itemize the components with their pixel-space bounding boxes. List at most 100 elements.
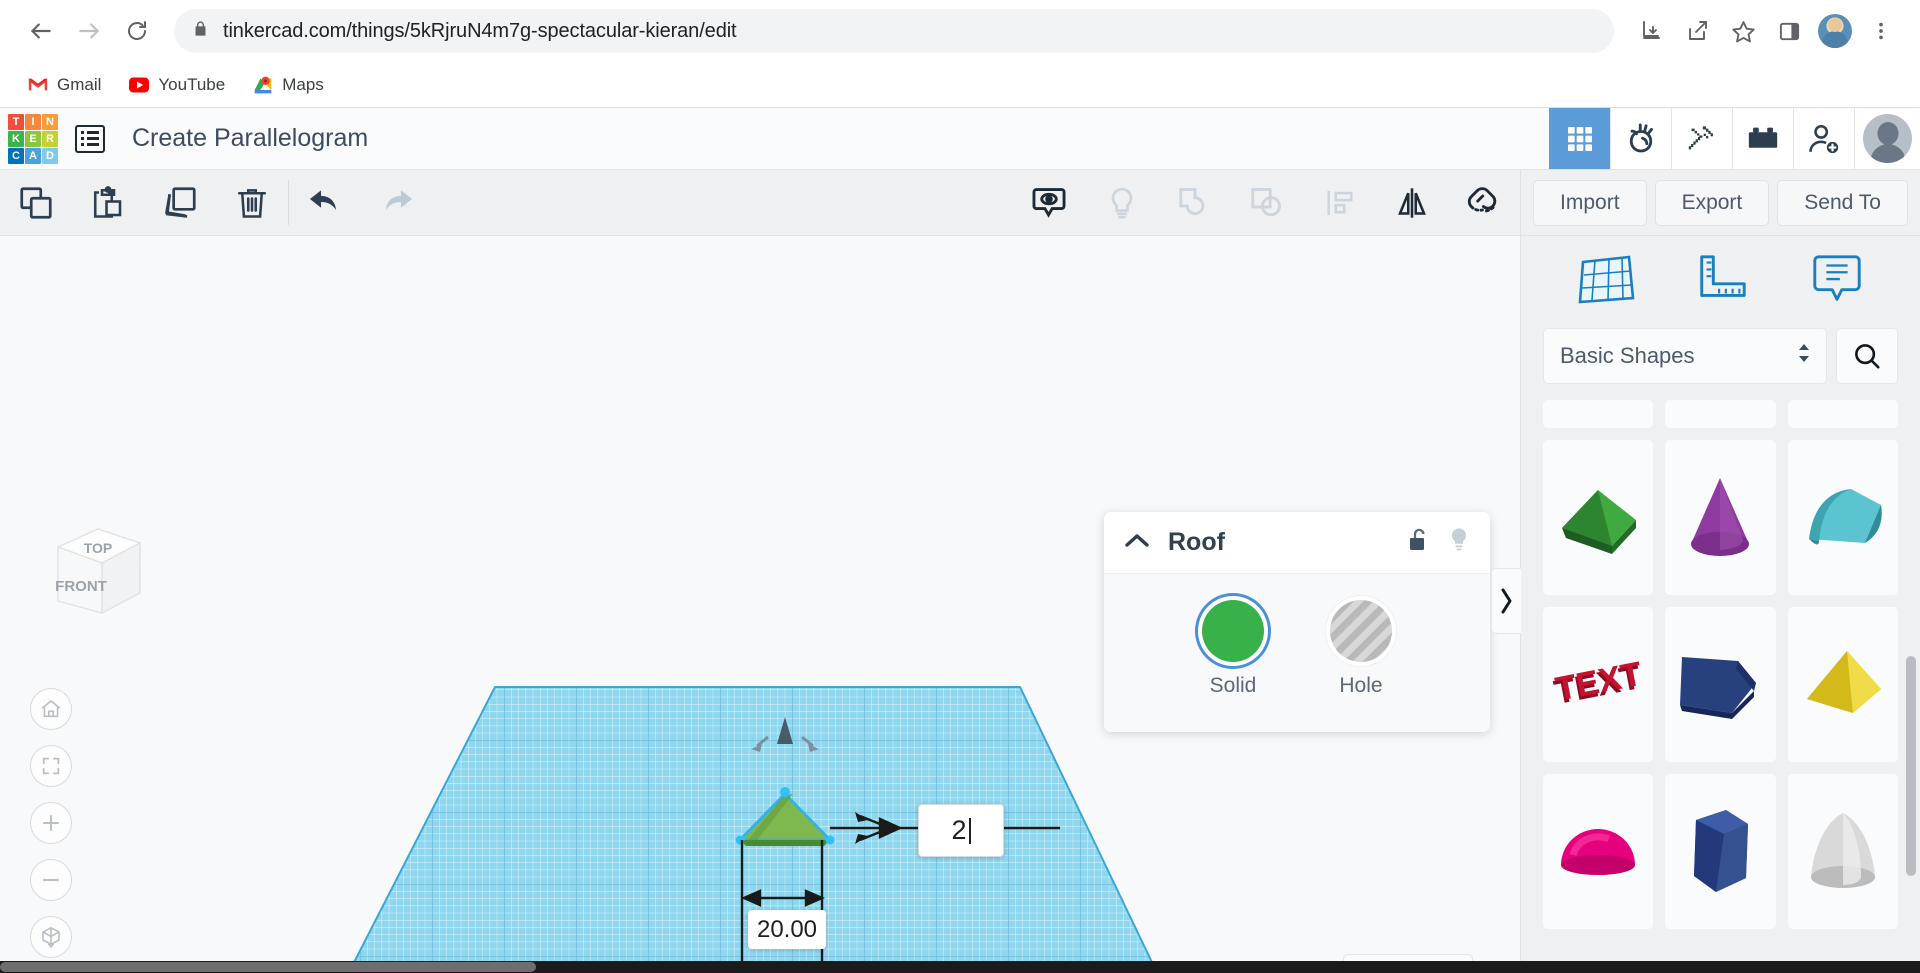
send-to-button[interactable]: Send To [1777,180,1908,226]
address-bar[interactable]: tinkercad.com/things/5kRjruN4m7g-spectac… [174,9,1614,53]
group-button[interactable] [1159,170,1231,235]
hole-pattern-swatch[interactable] [1330,600,1392,662]
person-add-icon [1807,122,1841,156]
length-dimension-input[interactable]: 2 [918,804,1004,857]
import-button[interactable]: Import [1533,180,1647,226]
view-cube[interactable]: TOP FRONT [36,521,146,621]
lego-mode-button[interactable] [1732,108,1793,169]
panel-collapse-button[interactable] [1491,568,1521,634]
hemisphere-shape-tile[interactable] [1543,774,1653,929]
bookmark-youtube[interactable]: YouTube [119,70,235,100]
hexagonal-prism-shape-tile[interactable] [1665,774,1775,929]
magnet-button[interactable] [1448,170,1520,235]
minus-icon [39,868,63,892]
invite-people-button[interactable] [1793,108,1854,169]
show-hide-button[interactable] [1013,170,1085,235]
solid-color-swatch[interactable] [1202,600,1264,662]
solid-option[interactable]: Solid [1202,600,1264,698]
share-icon[interactable] [1676,10,1718,52]
lightbulb-icon[interactable] [1448,527,1470,559]
hole-option[interactable]: Hole [1330,600,1392,698]
text-shape-tile[interactable]: TEXT TEXT [1543,607,1653,762]
editor-main: Workplane [0,236,1920,973]
ruler-tool-icon[interactable] [1694,252,1750,313]
perspective-toggle-button[interactable] [30,916,72,958]
shape-category-value: Basic Shapes [1560,343,1798,369]
solid-label: Solid [1210,674,1257,698]
logo-letter: C [8,148,24,164]
shape-tile-partial[interactable] [1543,400,1653,428]
pyramid-shape-tile[interactable] [1788,607,1898,762]
undo-button[interactable] [289,170,361,235]
roof-shape-tile[interactable] [1543,440,1653,595]
page-horizontal-scrollbar[interactable] [0,961,1920,973]
bookmark-gmail[interactable]: Gmail [18,70,111,100]
shape-category-select[interactable]: Basic Shapes [1543,328,1827,384]
bookmark-maps[interactable]: Maps [243,70,334,100]
bookmark-label: YouTube [158,75,225,95]
lightbulb-button[interactable] [1086,170,1158,235]
library-scrollbar[interactable] [1906,656,1916,876]
download-icon[interactable] [1630,10,1672,52]
minecraft-mode-button[interactable] [1671,108,1732,169]
pyramid-shape-icon [1797,643,1889,727]
chevron-up-icon[interactable] [1124,532,1150,554]
paraboloid-shape-tile[interactable] [1788,774,1898,929]
mirror-button[interactable] [1376,170,1448,235]
browser-nav-bar: tinkercad.com/things/5kRjruN4m7g-spectac… [0,0,1920,62]
tinkercad-logo[interactable]: T I N K E R C A D [0,108,62,169]
inspector-header: Roof [1104,512,1490,574]
star-icon[interactable] [1722,10,1764,52]
duplicate-button[interactable] [144,170,216,235]
menu-kebab-icon[interactable] [1860,10,1902,52]
home-view-button[interactable] [30,688,72,730]
workplane-tool-icon[interactable] [1577,252,1635,313]
copy-button[interactable] [0,170,72,235]
plus-icon [39,811,63,835]
cone-shape-tile[interactable] [1665,440,1775,595]
redo-button[interactable] [361,170,433,235]
export-button[interactable]: Export [1655,180,1770,226]
bookmark-label: Maps [282,75,324,95]
view-cube-front-label: FRONT [55,578,107,595]
inspector-body: Solid Hole [1104,574,1490,732]
delete-button[interactable] [216,170,288,235]
length-dimension-value: 2 [951,815,966,846]
shape-grid[interactable]: TEXT TEXT [1521,400,1920,973]
3d-canvas[interactable]: Workplane [0,236,1520,973]
align-button[interactable] [1304,170,1376,235]
page-title[interactable]: Create Parallelogram [118,108,368,169]
text-cursor [969,818,971,844]
half-cylinder-shape-tile[interactable] [1788,440,1898,595]
view-tools-group [1012,170,1520,235]
paste-button[interactable] [72,170,144,235]
profile-avatar[interactable] [1814,10,1856,52]
gmail-icon [28,75,48,95]
zoom-in-button[interactable] [30,802,72,844]
sidepanel-icon[interactable] [1768,10,1810,52]
wedge-shape-tile[interactable] [1665,607,1775,762]
maps-icon [253,75,273,95]
search-button[interactable] [1836,328,1898,384]
search-icon [1852,341,1882,371]
reload-icon[interactable] [114,8,160,54]
hand-blob-icon [1623,121,1659,157]
bricks-mode-button[interactable] [1610,108,1671,169]
forward-arrow-icon[interactable] [66,8,112,54]
scrollbar-thumb[interactable] [0,962,536,972]
zoom-out-button[interactable] [30,859,72,901]
unlocked-padlock-icon[interactable] [1406,527,1430,558]
app-header: T I N K E R C A D Create Parallelogram [0,107,1920,170]
shape-tile-partial[interactable] [1788,400,1898,428]
library-search-row: Basic Shapes [1521,328,1920,384]
blocks-mode-button[interactable] [1549,108,1610,169]
fit-to-view-button[interactable] [30,745,72,787]
width-dimension-label[interactable]: 20.00 [748,910,826,949]
design-list-icon[interactable] [62,108,118,169]
note-tool-icon[interactable] [1809,252,1865,313]
editor-toolbar: Import Export Send To [0,170,1920,236]
account-avatar-button[interactable] [1854,108,1920,169]
shape-tile-partial[interactable] [1665,400,1775,428]
back-arrow-icon[interactable] [18,8,64,54]
ungroup-button[interactable] [1231,170,1303,235]
